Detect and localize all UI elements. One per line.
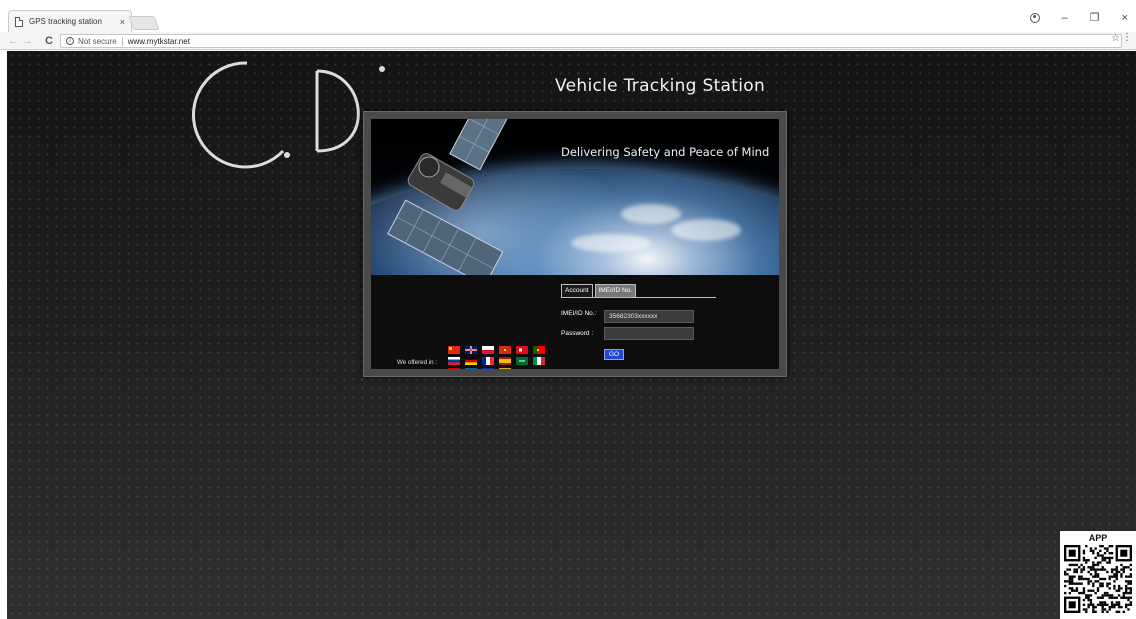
login-panel-inner: Delivering Safety and Peace of Mind Acco… xyxy=(371,119,779,369)
languages-label: We offered in : xyxy=(397,359,438,366)
cloud-graphic xyxy=(671,219,741,241)
spain-flag[interactable] xyxy=(499,357,511,365)
italy-flag[interactable] xyxy=(533,357,545,365)
montenegro-flag[interactable] xyxy=(499,368,511,369)
reload-icon[interactable]: C xyxy=(45,34,53,48)
france-flag[interactable] xyxy=(482,357,494,365)
tab-imei[interactable]: IMEI/ID No. xyxy=(594,284,637,297)
back-arrow-icon[interactable]: ← xyxy=(8,34,19,48)
login-panel: Delivering Safety and Peace of Mind Acco… xyxy=(363,111,787,377)
info-icon[interactable]: i xyxy=(66,37,74,45)
macedonia-flag[interactable] xyxy=(448,368,460,369)
minimize-button[interactable]: – xyxy=(1062,12,1068,24)
banner-image: Delivering Safety and Peace of Mind xyxy=(371,119,779,275)
germany-flag[interactable] xyxy=(465,357,477,365)
browser-tabstrip: GPS tracking station × – ❐ × xyxy=(0,0,1136,32)
new-tab-button[interactable] xyxy=(128,16,160,30)
forward-arrow-icon[interactable]: → xyxy=(22,34,33,48)
window-controls: – ❐ × xyxy=(1029,12,1128,24)
tab-title: GPS tracking station xyxy=(29,17,102,26)
security-status[interactable]: Not secure xyxy=(78,37,117,46)
close-window-button[interactable]: × xyxy=(1122,12,1128,24)
bookmark-star-icon[interactable]: ☆ xyxy=(1111,33,1120,44)
turkey-flag[interactable] xyxy=(516,346,528,354)
address-bar[interactable]: i Not secure www.mytkstar.net xyxy=(60,34,1122,48)
app-qr-box[interactable]: APP xyxy=(1060,531,1136,619)
menu-dots-icon[interactable]: ⋮ xyxy=(1122,32,1132,43)
portugal-flag[interactable] xyxy=(533,346,545,354)
china-flag[interactable] xyxy=(448,346,460,354)
vietnam-flag[interactable] xyxy=(499,346,511,354)
browser-toolbar: ← → C i Not secure www.mytkstar.net ☆ ⋮ xyxy=(0,32,1136,50)
browser-tab[interactable]: GPS tracking station × xyxy=(8,10,132,32)
tab-close-icon[interactable]: × xyxy=(120,17,125,27)
russia-flag[interactable] xyxy=(448,357,460,365)
url-divider xyxy=(121,36,123,46)
greece-flag[interactable] xyxy=(465,368,477,369)
uk-flag[interactable] xyxy=(465,346,477,354)
saudi-flag[interactable] xyxy=(516,357,528,365)
page-viewport: Vehicle Tracking Station Delivering Safe… xyxy=(7,51,1136,619)
cambodia-flag[interactable] xyxy=(482,368,494,369)
qr-label: APP xyxy=(1088,533,1108,543)
poland-flag[interactable] xyxy=(482,346,494,354)
satellite-icon xyxy=(387,119,537,275)
imei-label: IMEI/ID No.: xyxy=(561,310,597,317)
tab-account[interactable]: Account xyxy=(561,284,593,297)
cloud-graphic xyxy=(621,204,681,224)
page-title: Vehicle Tracking Station xyxy=(555,76,766,96)
url-text[interactable]: www.mytkstar.net xyxy=(128,37,190,46)
restore-button[interactable]: ❐ xyxy=(1090,12,1100,24)
profile-icon[interactable] xyxy=(1029,13,1040,23)
page-icon xyxy=(15,16,23,27)
imei-input[interactable]: 35682303xxxxxx xyxy=(604,310,694,323)
login-tabs: Account IMEI/ID No. xyxy=(561,284,716,298)
qr-code-icon[interactable] xyxy=(1064,545,1132,613)
language-flags xyxy=(448,346,548,369)
password-input[interactable] xyxy=(604,327,694,340)
cloud-graphic xyxy=(571,234,651,252)
password-label: Password : xyxy=(561,330,594,337)
go-button[interactable]: GO xyxy=(604,349,624,360)
page-subtitle: Delivering Safety and Peace of Mind xyxy=(561,145,770,159)
